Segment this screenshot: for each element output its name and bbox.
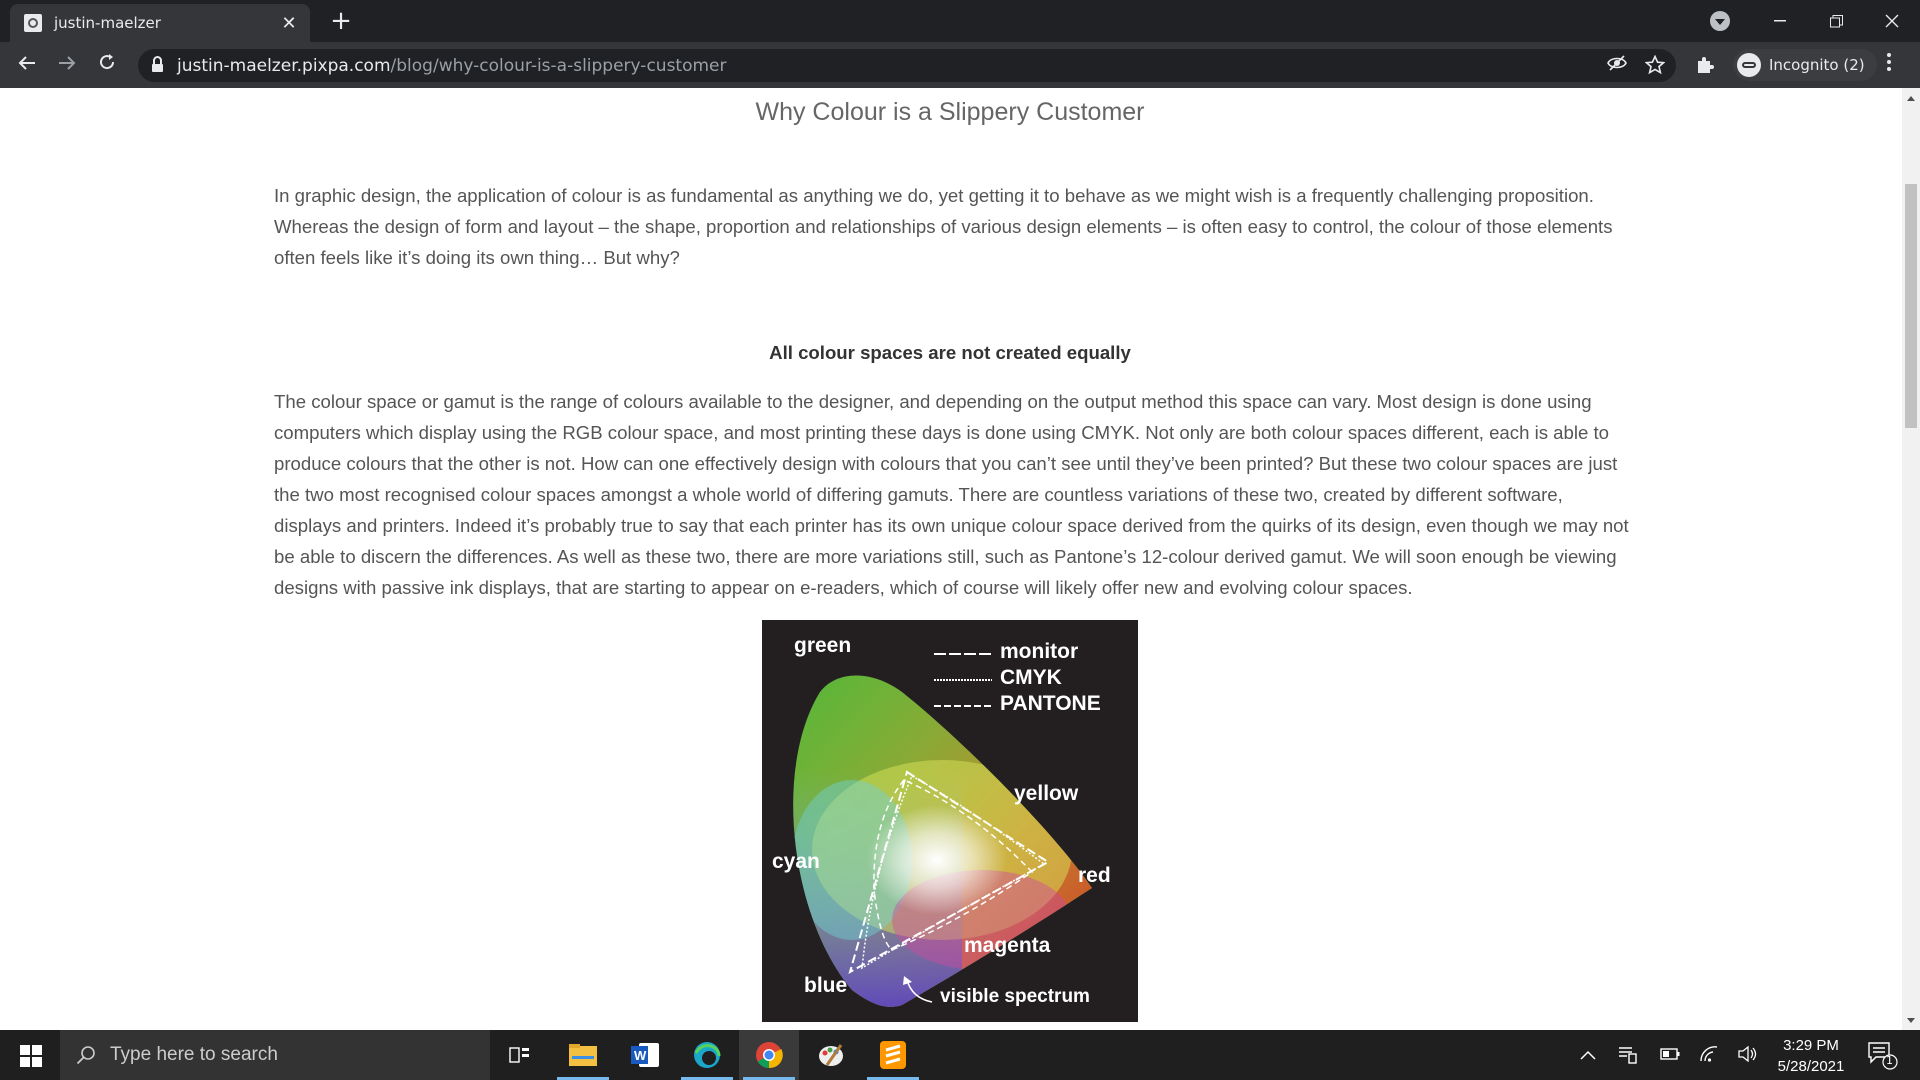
- search-placeholder: Type here to search: [110, 1044, 278, 1065]
- legend-monitor: monitor: [1000, 640, 1079, 663]
- battery-icon[interactable]: [1660, 1046, 1680, 1064]
- scroll-thumb[interactable]: [1905, 184, 1917, 428]
- legend-pantone: PANTONE: [1000, 692, 1101, 715]
- action-center-icon[interactable]: 1: [1868, 1042, 1898, 1074]
- scroll-up-icon[interactable]: [1907, 96, 1915, 101]
- eye-off-icon[interactable]: [1606, 55, 1628, 77]
- post-title: Why Colour is a Slippery Customer: [755, 98, 1145, 126]
- tab-search-icon[interactable]: [1710, 11, 1730, 31]
- back-button[interactable]: [12, 50, 42, 80]
- extensions-puzzle-icon[interactable]: [1696, 56, 1714, 79]
- url-text[interactable]: justin-maelzer.pixpa.com/blog/why-colour…: [177, 56, 727, 76]
- label-blue: blue: [804, 974, 848, 997]
- tab-title: justin-maelzer: [54, 14, 161, 32]
- label-yellow: yellow: [1014, 782, 1079, 805]
- new-tab-button[interactable]: +: [326, 6, 356, 36]
- edge-icon[interactable]: [677, 1030, 737, 1080]
- browser-tab[interactable]: justin-maelzer ✕: [10, 4, 310, 42]
- label-magenta: magenta: [964, 934, 1051, 957]
- file-explorer-icon[interactable]: [553, 1030, 613, 1080]
- lock-icon[interactable]: [152, 55, 163, 74]
- browser-tab-bar: justin-maelzer ✕ +: [0, 0, 1920, 42]
- clock-date: 5/28/2021: [1777, 1058, 1845, 1075]
- reload-button[interactable]: [92, 50, 122, 80]
- page-viewport[interactable]: Why Colour is a Slippery Customer In gra…: [0, 88, 1902, 1030]
- paint-icon[interactable]: [801, 1030, 861, 1080]
- address-bar[interactable]: justin-maelzer.pixpa.com/blog/why-colour…: [138, 49, 1676, 82]
- wifi-icon[interactable]: [1700, 1046, 1718, 1066]
- label-green: green: [794, 634, 852, 657]
- word-icon[interactable]: W: [615, 1030, 675, 1080]
- task-view-icon[interactable]: [490, 1030, 550, 1080]
- browser-menu-icon[interactable]: [1886, 52, 1892, 77]
- sublime-text-icon[interactable]: [863, 1030, 923, 1080]
- browser-toolbar: justin-maelzer.pixpa.com/blog/why-colour…: [0, 42, 1920, 88]
- incognito-icon: [1737, 53, 1761, 77]
- legend-cmyk: CMYK: [1000, 666, 1062, 689]
- windows-start-icon[interactable]: [20, 1045, 42, 1067]
- volume-icon[interactable]: [1738, 1045, 1758, 1066]
- forward-button[interactable]: [52, 50, 82, 80]
- notification-count: 1: [1886, 1054, 1893, 1067]
- incognito-label: Incognito (2): [1769, 56, 1865, 74]
- system-clock[interactable]: 3:29 PM 5/28/2021: [1766, 1035, 1856, 1077]
- body-paragraph: The colour space or gamut is the range o…: [274, 391, 1629, 598]
- label-visible-spectrum: visible spectrum: [940, 986, 1090, 1007]
- page-scrollbar[interactable]: [1902, 88, 1920, 1030]
- show-hidden-icons[interactable]: [1580, 1046, 1596, 1064]
- label-cyan: cyan: [772, 850, 820, 873]
- incognito-profile-button[interactable]: Incognito (2): [1733, 49, 1877, 81]
- bookmark-star-icon[interactable]: [1644, 54, 1666, 77]
- colour-gamut-diagram: green monitor CMYK PANTONE yellow cyan r…: [762, 620, 1138, 1022]
- intro-paragraph: In graphic design, the application of co…: [274, 185, 1613, 268]
- minimize-icon[interactable]: [1752, 0, 1808, 42]
- site-favicon-icon: [24, 14, 42, 32]
- taskbar-search-box[interactable]: Type here to search: [60, 1030, 490, 1080]
- windows-taskbar: Type here to search W 3:29 PM 5/28/2021: [0, 1030, 1920, 1080]
- section-heading: All colour spaces are not created equall…: [769, 342, 1131, 363]
- label-red: red: [1078, 864, 1111, 887]
- close-tab-icon[interactable]: ✕: [278, 13, 300, 34]
- search-icon: [76, 1046, 95, 1065]
- gamut-chart-svg: [793, 653, 1092, 1007]
- close-window-icon[interactable]: [1864, 0, 1920, 42]
- restore-icon[interactable]: [1808, 0, 1864, 42]
- tablet-mode-icon[interactable]: [1618, 1046, 1638, 1068]
- chrome-icon[interactable]: [739, 1030, 799, 1080]
- svg-text:W: W: [634, 1048, 647, 1063]
- scroll-down-icon[interactable]: [1907, 1018, 1915, 1023]
- clock-time: 3:29 PM: [1783, 1037, 1839, 1054]
